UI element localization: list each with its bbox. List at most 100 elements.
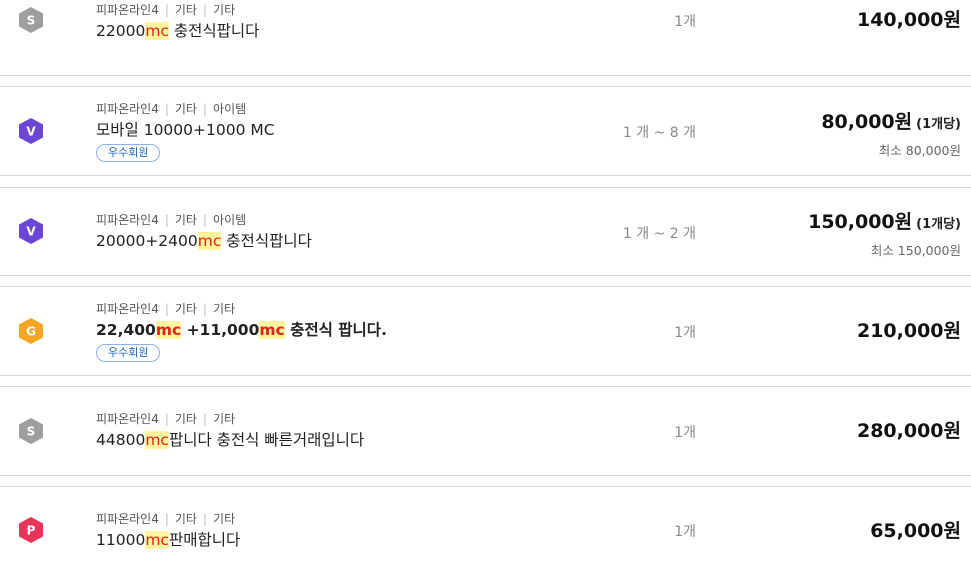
quantity-range: 1개 — [674, 524, 696, 540]
category-breadcrumb: 피파온라인4 | 기타 | 아이템 — [96, 213, 312, 228]
svg-text:V: V — [26, 225, 36, 239]
listing-info: 피파온라인4 | 기타 | 아이템 20000+2400mc 충전식팝니다 — [96, 213, 312, 251]
category-item[interactable]: 피파온라인4 — [96, 102, 159, 116]
category-item[interactable]: 피파온라인4 — [96, 213, 159, 227]
member-badge: 우수회원 — [96, 344, 161, 362]
price: 80,000원 (1개당) — [821, 110, 961, 137]
category-item[interactable]: 피파온라인4 — [96, 512, 159, 526]
listing-title[interactable]: 22000mc 충전식팝니다 — [96, 21, 259, 41]
listing-title[interactable]: 20000+2400mc 충전식팝니다 — [96, 231, 312, 251]
price-box: 210,000원 — [857, 319, 961, 343]
title-text: +11,000 — [181, 321, 260, 339]
listing-title[interactable]: 44800mc팝니다 충전식 빠른거래입니다 — [96, 430, 364, 450]
category-item[interactable]: 기타 — [213, 3, 235, 17]
category-item[interactable]: 기타 — [175, 213, 197, 227]
category-item[interactable]: 기타 — [175, 102, 197, 116]
category-item[interactable]: 기타 — [175, 412, 197, 426]
listing-list: S 피파온라인4 | 기타 | 기타 22000mc 충전식팝니다 1개 140,000원 V 피파… — [0, 0, 971, 566]
quantity-range: 1 개 ~ 2 개 — [622, 226, 696, 242]
listing-row[interactable]: P 피파온라인4 | 기타 | 기타 11000mc판매합니다 1개 65,000원 — [0, 486, 971, 566]
price: 280,000원 — [857, 419, 961, 443]
price-value: 280,000원 — [856, 420, 961, 442]
category-item[interactable]: 기타 — [213, 512, 235, 526]
listing-row[interactable]: V 피파온라인4 | 기타 | 아이템모바일 10000+1000 MC 우수회원 1 개 ~… — [0, 86, 971, 176]
category-breadcrumb: 피파온라인4 | 기타 | 아이템 — [96, 102, 275, 117]
price: 210,000원 — [857, 319, 961, 343]
category-breadcrumb: 피파온라인4 | 기타 | 기타 — [96, 512, 240, 527]
svg-text:S: S — [27, 425, 36, 439]
listing-row[interactable]: S 피파온라인4 | 기타 | 기타 44800mc팝니다 충전식 빠른거래입니다 1개 280… — [0, 386, 971, 476]
listing-row[interactable]: G 피파온라인4 | 기타 | 기타 22,400mc +11,000mc 충전식 팝니다.… — [0, 286, 971, 376]
price-unit: (1개당) — [916, 217, 961, 232]
title-text: 모바일 10000+1000 MC — [96, 121, 275, 139]
category-item[interactable]: 기타 — [175, 302, 197, 316]
power-seller-icon: P — [18, 516, 44, 544]
title-text: 11000 — [96, 531, 146, 549]
quantity-range: 1개 — [674, 325, 696, 341]
title-text: 20000+2400 — [96, 232, 198, 250]
breadcrumb-separator: | — [202, 512, 208, 526]
listing-info: 피파온라인4 | 기타 | 아이템모바일 10000+1000 MC 우수회원 — [96, 102, 275, 162]
category-item[interactable]: 피파온라인4 — [96, 412, 159, 426]
silver-seller-icon: S — [18, 417, 44, 445]
listing-info: 피파온라인4 | 기타 | 기타 22,400mc +11,000mc 충전식 팝니다. 우… — [96, 302, 387, 362]
category-item[interactable]: 기타 — [175, 3, 197, 17]
category-breadcrumb: 피파온라인4 | 기타 | 기타 — [96, 302, 387, 317]
title-text: 충전식팝니다 — [221, 232, 312, 250]
breadcrumb-separator: | — [202, 412, 208, 426]
breadcrumb-separator: | — [202, 102, 208, 116]
price-unit: (1개당) — [916, 117, 961, 132]
keyword-highlight: mc — [197, 232, 222, 250]
price-value: 80,000원 — [821, 111, 913, 133]
keyword-highlight: mc — [145, 431, 169, 449]
price: 65,000원 — [870, 519, 961, 543]
breadcrumb-separator: | — [164, 102, 169, 116]
title-text: 판매합니다 — [168, 531, 241, 549]
vip-seller-icon: V — [18, 117, 44, 145]
price-value: 65,000원 — [870, 520, 961, 542]
minimum-price: 최소 80,000원 — [878, 143, 961, 158]
price: 140,000원 — [857, 8, 961, 32]
title-text: 22000 — [96, 22, 146, 40]
price-value: 210,000원 — [856, 320, 961, 342]
breadcrumb-separator: | — [164, 213, 169, 227]
quantity-range: 1 개 ~ 8 개 — [622, 125, 696, 141]
price-value: 150,000원 — [808, 211, 913, 233]
breadcrumb-separator: | — [164, 512, 169, 526]
category-item[interactable]: 기타 — [213, 302, 235, 316]
listing-title[interactable]: 22,400mc +11,000mc 충전식 팝니다. — [96, 320, 387, 340]
category-item[interactable]: 기타 — [213, 412, 235, 426]
listing-info: 피파온라인4 | 기타 | 기타 22000mc 충전식팝니다 — [96, 3, 259, 41]
svg-text:G: G — [26, 325, 36, 339]
breadcrumb-separator: | — [164, 412, 169, 426]
breadcrumb-separator: | — [202, 213, 208, 227]
category-item[interactable]: 피파온라인4 — [96, 3, 159, 17]
title-text: 팝니다 충전식 빠른거래입니다 — [168, 431, 365, 449]
member-badge: 우수회원 — [96, 144, 161, 162]
listing-title[interactable]: 11000mc판매합니다 — [96, 530, 240, 550]
listing-row[interactable]: S 피파온라인4 | 기타 | 기타 22000mc 충전식팝니다 1개 140,000원 — [0, 0, 971, 76]
svg-text:S: S — [27, 14, 36, 28]
category-item[interactable]: 기타 — [175, 512, 197, 526]
price-value: 140,000원 — [856, 9, 961, 31]
keyword-highlight: mc — [145, 531, 169, 549]
price-box: 80,000원 (1개당) 최소 80,000원 — [821, 110, 961, 159]
title-text: 충전식팝니다 — [168, 22, 260, 40]
price-box: 65,000원 — [870, 519, 961, 543]
breadcrumb-separator: | — [202, 3, 208, 17]
breadcrumb-separator: | — [164, 302, 169, 316]
listing-title[interactable]: 모바일 10000+1000 MC — [96, 120, 275, 140]
listing-row[interactable]: V 피파온라인4 | 기타 | 아이템 20000+2400mc 충전식팝니다 1 개 ~ 2… — [0, 187, 971, 276]
price-box: 140,000원 — [857, 8, 961, 32]
price-box: 150,000원 (1개당) 최소 150,000원 — [808, 210, 961, 259]
title-text: 22,400 — [96, 321, 156, 339]
category-item[interactable]: 아이템 — [213, 213, 246, 227]
vip-seller-icon: V — [18, 217, 44, 245]
keyword-highlight: mc — [155, 321, 182, 339]
breadcrumb-separator: | — [164, 3, 169, 17]
category-item[interactable]: 피파온라인4 — [96, 302, 159, 316]
category-item[interactable]: 아이템 — [213, 102, 246, 116]
breadcrumb-separator: | — [202, 302, 208, 316]
minimum-price: 최소 150,000원 — [870, 243, 961, 258]
price-box: 280,000원 — [857, 419, 961, 443]
